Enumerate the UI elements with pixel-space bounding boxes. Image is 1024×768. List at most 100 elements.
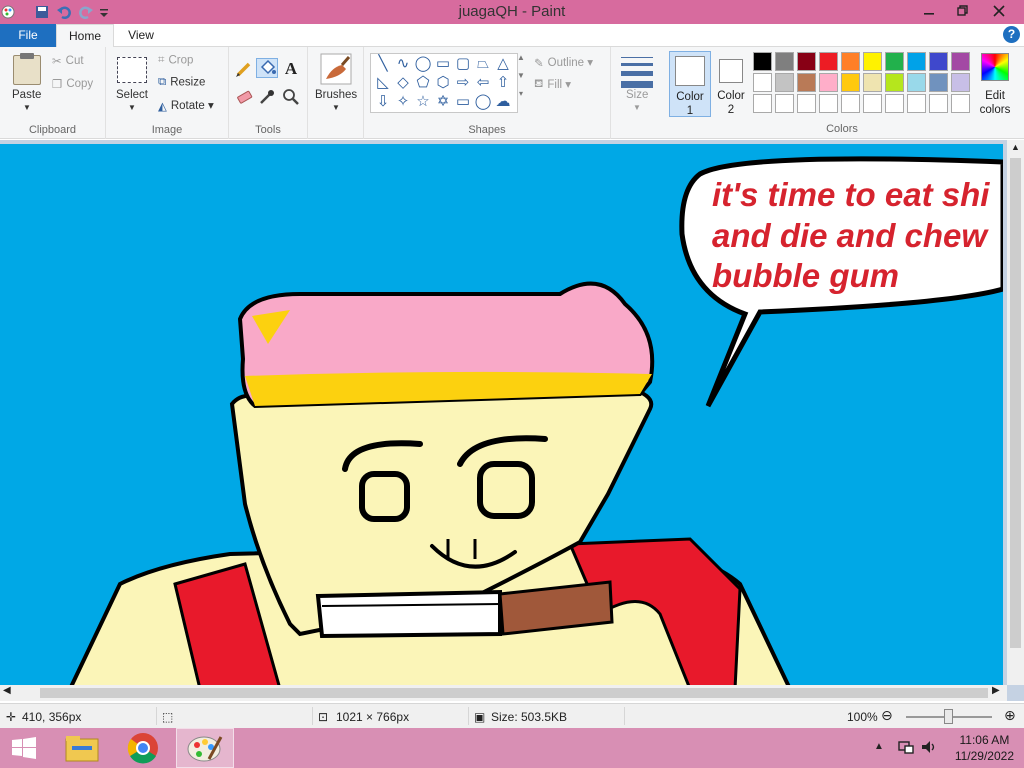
triangle-shape-icon[interactable]: △	[493, 54, 513, 74]
fill-button[interactable]: ⛾ Fill ▾	[534, 77, 571, 92]
zoom-out-icon[interactable]: ⊖	[881, 707, 893, 724]
shapes-gallery[interactable]: ╲ ∿ ◯ ▭ ▢ ⏢ △ ◺ ◇ ⬠ ⬡ ⇨ ⇦ ⇧ ⇩ ✧ ☆ ✡ ▭ ◯ …	[370, 53, 518, 113]
rect-callout-shape-icon[interactable]: ▭	[453, 92, 473, 112]
palette-swatch[interactable]	[907, 94, 926, 113]
palette-swatch[interactable]	[885, 52, 904, 71]
cloud-callout-shape-icon[interactable]: ☁	[493, 92, 513, 112]
palette-swatch[interactable]	[841, 52, 860, 71]
right-triangle-shape-icon[interactable]: ◺	[373, 73, 393, 93]
palette-swatch[interactable]	[753, 94, 772, 113]
pentagon-shape-icon[interactable]: ⬠	[413, 73, 433, 93]
curve-shape-icon[interactable]: ∿	[393, 54, 413, 74]
palette-swatch[interactable]	[885, 94, 904, 113]
palette-swatch[interactable]	[775, 94, 794, 113]
copy-button[interactable]: ❐ Copy	[52, 77, 93, 91]
palette-swatch[interactable]	[863, 73, 882, 92]
palette-swatch[interactable]	[775, 52, 794, 71]
horizontal-scrollbar[interactable]: ◀ ▶	[0, 685, 1007, 701]
help-icon[interactable]: ?	[1003, 26, 1020, 43]
resize-button[interactable]: ⧉ Resize	[158, 76, 205, 89]
palette-swatch[interactable]	[951, 73, 970, 92]
horizontal-scroll-thumb[interactable]	[40, 688, 988, 698]
cut-button[interactable]: ✂ Cut	[52, 54, 84, 68]
palette-swatch[interactable]	[819, 73, 838, 92]
eraser-icon[interactable]	[233, 88, 255, 108]
zoom-in-icon[interactable]: ⊕	[1004, 707, 1016, 724]
volume-icon[interactable]	[920, 738, 938, 759]
palette-swatch[interactable]	[841, 73, 860, 92]
chrome-icon[interactable]	[117, 728, 169, 768]
six-point-star-shape-icon[interactable]: ✡	[433, 92, 453, 112]
paint-icon[interactable]	[176, 728, 234, 768]
down-arrow-shape-icon[interactable]: ⇩	[373, 92, 393, 112]
start-button[interactable]	[0, 728, 48, 768]
minimize-icon[interactable]	[912, 0, 946, 22]
text-tool-icon[interactable]: A	[280, 59, 302, 79]
palette-swatch[interactable]	[929, 94, 948, 113]
rotate-button[interactable]: ◭ Rotate ▾	[158, 98, 214, 113]
palette-swatch[interactable]	[753, 52, 772, 71]
right-arrow-shape-icon[interactable]: ⇨	[453, 73, 473, 93]
hexagon-shape-icon[interactable]: ⬡	[433, 73, 453, 93]
edit-colors-button[interactable]: Edit colors	[975, 51, 1015, 117]
paste-label: Paste	[12, 89, 42, 101]
vertical-scroll-thumb[interactable]	[1010, 158, 1021, 648]
scroll-left-icon[interactable]: ◀	[3, 685, 11, 696]
color2-button[interactable]: Color 2	[714, 51, 748, 117]
palette-swatch[interactable]	[929, 52, 948, 71]
oval-shape-icon[interactable]: ◯	[413, 54, 433, 74]
color-picker-icon[interactable]	[256, 88, 278, 108]
tab-home[interactable]: Home	[56, 24, 114, 48]
left-arrow-shape-icon[interactable]: ⇦	[473, 73, 493, 93]
network-icon[interactable]	[897, 738, 915, 759]
rectangle-shape-icon[interactable]: ▭	[433, 54, 453, 74]
vertical-scrollbar[interactable]: ▲	[1007, 140, 1024, 685]
palette-swatch[interactable]	[797, 52, 816, 71]
four-point-star-shape-icon[interactable]: ✧	[393, 92, 413, 112]
copy-icon: ❐	[52, 79, 63, 91]
palette-swatch[interactable]	[819, 52, 838, 71]
palette-swatch[interactable]	[929, 73, 948, 92]
tab-file[interactable]: File	[0, 24, 56, 47]
tab-view[interactable]: View	[118, 24, 164, 47]
close-icon[interactable]	[982, 0, 1016, 22]
scroll-right-icon[interactable]: ▶	[992, 685, 1000, 696]
palette-swatch[interactable]	[797, 94, 816, 113]
palette-swatch[interactable]	[753, 73, 772, 92]
palette-swatch[interactable]	[907, 73, 926, 92]
color1-swatch	[675, 56, 705, 86]
palette-swatch[interactable]	[885, 73, 904, 92]
pencil-icon[interactable]	[233, 60, 255, 80]
scroll-up-icon[interactable]: ▲	[1007, 142, 1024, 152]
polygon-shape-icon[interactable]: ⏢	[473, 54, 493, 74]
shapes-scroll[interactable]: ▲ ▼ ▾	[515, 53, 527, 113]
color1-button[interactable]: Color 1	[669, 51, 711, 117]
up-arrow-shape-icon[interactable]: ⇧	[493, 73, 513, 93]
palette-swatch[interactable]	[797, 73, 816, 92]
diamond-shape-icon[interactable]: ◇	[393, 73, 413, 93]
outline-button[interactable]: ✎ Outline ▾	[534, 55, 593, 70]
five-point-star-shape-icon[interactable]: ☆	[413, 92, 433, 112]
palette-swatch[interactable]	[863, 94, 882, 113]
windows-logo-icon	[12, 737, 36, 759]
line-shape-icon[interactable]: ╲	[373, 54, 393, 74]
clipboard-icon	[13, 53, 41, 85]
palette-swatch[interactable]	[841, 94, 860, 113]
palette-swatch[interactable]	[907, 52, 926, 71]
fill-bucket-icon[interactable]	[256, 58, 278, 78]
oval-callout-shape-icon[interactable]: ◯	[473, 92, 493, 112]
palette-swatch[interactable]	[819, 94, 838, 113]
zoom-slider-thumb[interactable]	[944, 709, 953, 724]
rounded-rectangle-shape-icon[interactable]: ▢	[453, 54, 473, 74]
palette-swatch[interactable]	[863, 52, 882, 71]
clock[interactable]: 11:06 AM 11/29/2022	[955, 732, 1014, 764]
palette-swatch[interactable]	[951, 52, 970, 71]
file-explorer-icon[interactable]	[56, 728, 108, 768]
palette-swatch[interactable]	[951, 94, 970, 113]
drawing-canvas[interactable]: it's time to eat shi and die and chew bu…	[0, 144, 1003, 685]
restore-icon[interactable]	[946, 0, 980, 22]
magnifier-icon[interactable]	[280, 88, 302, 108]
show-hidden-icons-icon[interactable]: ▲	[874, 741, 884, 752]
palette-swatch[interactable]	[775, 73, 794, 92]
crop-button[interactable]: ⌗ Crop	[158, 54, 193, 67]
